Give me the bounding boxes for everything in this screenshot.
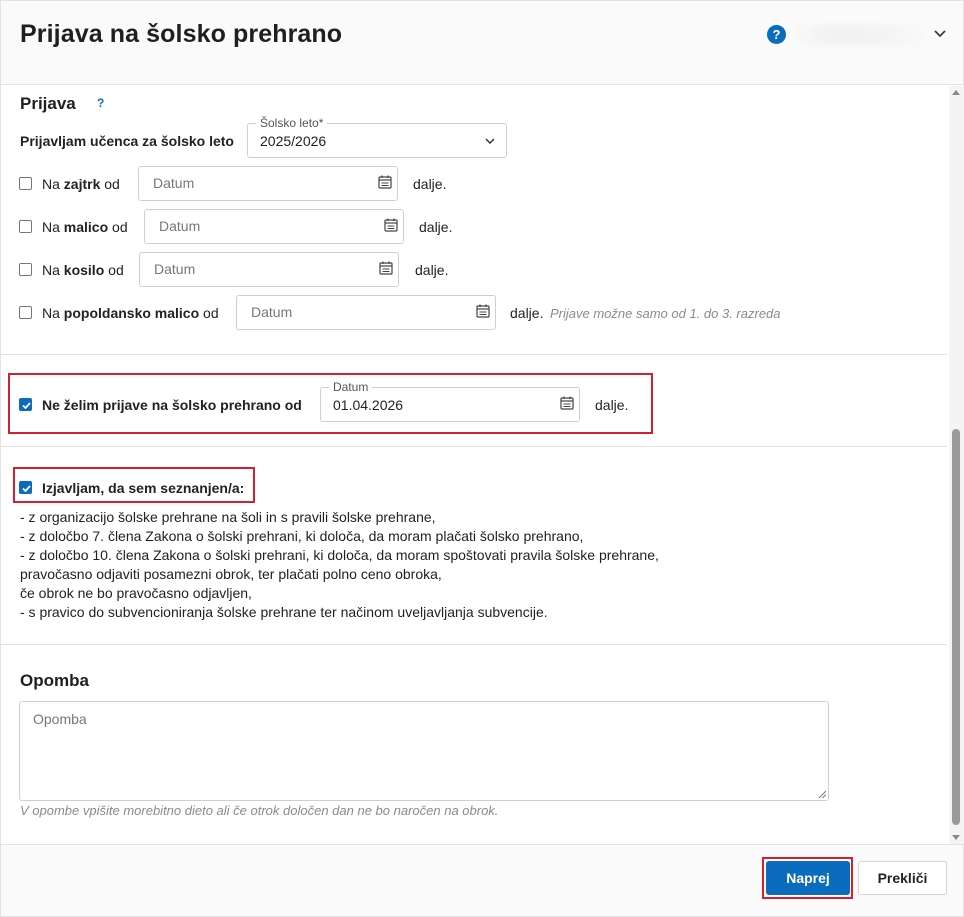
- meal-suffix: od: [108, 262, 124, 278]
- date-placeholder: Datum: [153, 175, 195, 191]
- optout-date-input[interactable]: Datum 01.04.2026: [320, 380, 580, 422]
- date-input-zajtrk[interactable]: Datum: [138, 166, 398, 201]
- dialog-header: Prijava na šolsko prehrano ?: [1, 1, 963, 85]
- help-icon-prijava[interactable]: ?: [97, 96, 104, 110]
- after-text: dalje.: [415, 262, 449, 278]
- optout-label: Ne želim prijave na šolsko prehrano od: [42, 397, 302, 413]
- checkbox-popoldansko-malico[interactable]: [19, 306, 32, 319]
- optout-after-text: dalje.: [595, 397, 629, 413]
- checkbox-optout[interactable]: [19, 398, 32, 411]
- user-name-redacted[interactable]: [793, 25, 928, 45]
- next-button[interactable]: Naprej: [766, 861, 850, 895]
- checkbox-kosilo[interactable]: [19, 263, 32, 276]
- school-year-select[interactable]: Šolsko leto* 2025/2026: [247, 116, 507, 158]
- dialog: Prijava na šolsko prehrano ? Prijava ? P…: [0, 0, 964, 917]
- meal-prefix: Na: [42, 262, 60, 278]
- page-title: Prijava na šolsko prehrano: [20, 20, 343, 48]
- section-title-prijava: Prijava: [20, 94, 76, 113]
- date-input-popoldansko-malico[interactable]: Datum: [236, 295, 496, 330]
- note-hint: V opombe vpišite morebitno dieto ali če …: [20, 803, 499, 818]
- calendar-icon[interactable]: [377, 174, 393, 190]
- calendar-icon[interactable]: [559, 395, 575, 411]
- checkbox-malico[interactable]: [19, 220, 32, 233]
- note-textarea[interactable]: Opomba: [19, 701, 829, 801]
- meal-prefix: Na: [42, 176, 60, 192]
- declaration-line: - z določbo 10. člena Zakona o šolski pr…: [20, 547, 659, 563]
- scrollbar[interactable]: [949, 86, 964, 844]
- meal-name: malico: [63, 219, 109, 235]
- declaration-label: Izjavljam, da sem seznanjen/a:: [42, 480, 245, 496]
- declaration-line: - z določbo 7. člena Zakona o šolski pre…: [20, 528, 584, 544]
- divider: [1, 354, 947, 355]
- date-placeholder: Datum: [159, 218, 201, 234]
- declaration-line: če obrok ne bo pravočasno odjavljen,: [20, 585, 252, 601]
- scroll-down-arrow-icon[interactable]: [952, 835, 960, 840]
- chevron-down-icon: [485, 138, 495, 145]
- check-icon: [22, 485, 31, 493]
- optout-date-value: 01.04.2026: [333, 397, 404, 413]
- date-placeholder: Datum: [251, 304, 293, 320]
- check-icon: [22, 402, 31, 410]
- checkbox-zajtrk[interactable]: [19, 177, 32, 190]
- grade-note: Prijave možne samo od 1. do 3. razreda: [550, 306, 781, 321]
- meal-name: zajtrk: [63, 176, 101, 192]
- scroll-up-arrow-icon[interactable]: [952, 90, 960, 95]
- meal-prefix: Na: [42, 305, 60, 321]
- meal-name: popoldansko malico: [63, 305, 200, 321]
- scrollbar-thumb[interactable]: [952, 429, 960, 825]
- calendar-icon[interactable]: [378, 260, 394, 276]
- meal-suffix: od: [112, 219, 128, 235]
- note-placeholder: Opomba: [33, 711, 87, 727]
- section-title-opomba: Opomba: [20, 671, 89, 690]
- meal-suffix: od: [203, 305, 219, 321]
- dialog-content: Prijava ? Prijavljam učenca za šolsko le…: [1, 86, 949, 844]
- after-text: dalje.: [413, 176, 447, 192]
- divider: [1, 446, 947, 447]
- meal-prefix: Na: [42, 219, 60, 235]
- optout-date-legend: Datum: [329, 380, 373, 394]
- checkbox-declaration[interactable]: [19, 481, 32, 494]
- calendar-icon[interactable]: [475, 303, 491, 319]
- declaration-text: - z organizacijo šolske prehrane na šoli…: [20, 508, 659, 622]
- school-year-legend: Šolsko leto*: [256, 116, 328, 130]
- date-input-malico[interactable]: Datum: [144, 209, 404, 244]
- chevron-down-icon[interactable]: [932, 25, 948, 41]
- declaration-line: - z organizacijo šolske prehrane na šoli…: [20, 509, 436, 525]
- date-placeholder: Datum: [154, 261, 196, 277]
- school-year-label: Prijavljam učenca za šolsko leto: [20, 133, 234, 149]
- after-text: dalje.: [419, 219, 453, 235]
- date-input-kosilo[interactable]: Datum: [139, 252, 399, 287]
- meal-name: kosilo: [63, 262, 105, 278]
- calendar-icon[interactable]: [383, 217, 399, 233]
- school-year-value: 2025/2026: [260, 133, 327, 149]
- after-text: dalje.: [510, 305, 544, 321]
- help-icon[interactable]: ?: [767, 25, 786, 44]
- declaration-line: pravočasno odjaviti posamezni obrok, ter…: [20, 566, 442, 582]
- cancel-button[interactable]: Prekliči: [858, 861, 947, 895]
- divider: [1, 644, 947, 645]
- declaration-line: - s pravico do subvencioniranja šolske p…: [20, 604, 548, 620]
- meal-suffix: od: [104, 176, 120, 192]
- resize-handle-icon[interactable]: [818, 790, 826, 798]
